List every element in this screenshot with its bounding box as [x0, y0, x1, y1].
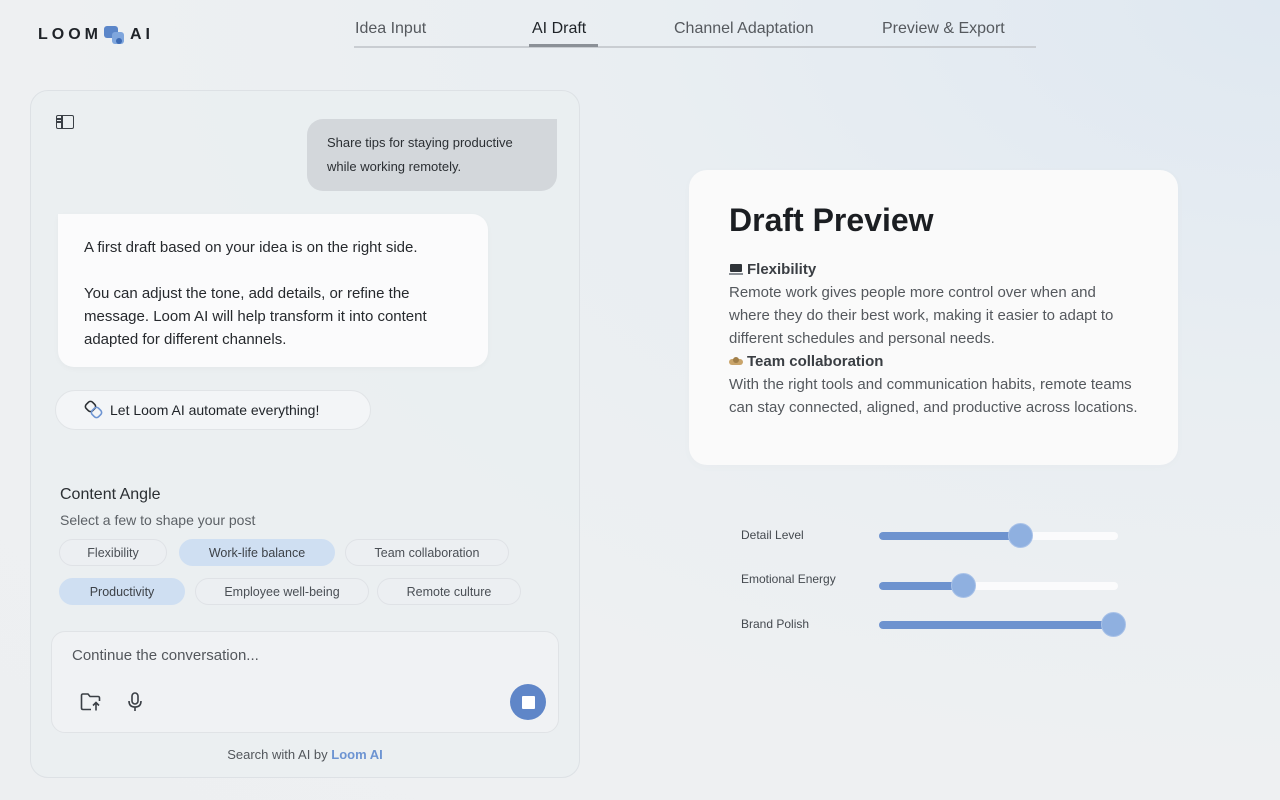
draft-text-flexibility: Remote work gives people more control ov… [729, 284, 1114, 347]
draft-section-heading: Flexibility [729, 258, 1138, 281]
folder-upload-icon[interactable] [80, 692, 102, 712]
sidebar-toggle-icon[interactable] [56, 115, 74, 129]
footer-prefix: Search with AI by [227, 747, 332, 762]
chip-remote-culture[interactable]: Remote culture [377, 578, 521, 605]
stop-button[interactable] [510, 684, 546, 720]
message-composer[interactable]: Continue the conversation... [51, 631, 559, 733]
slider-fill [879, 621, 1114, 629]
chip-team-collaboration[interactable]: Team collaboration [345, 539, 509, 566]
draft-preview-card: Draft Preview Flexibility Remote work gi… [689, 170, 1178, 465]
chip-work-life-balance[interactable]: Work-life balance [179, 539, 335, 566]
stop-icon [521, 695, 535, 709]
draft-heading-flexibility: Flexibility [747, 261, 817, 278]
tab-idea-input[interactable]: Idea Input [355, 20, 426, 38]
chat-panel: Share tips for staying productive while … [30, 90, 580, 778]
draft-title: Draft Preview [729, 202, 934, 238]
laptop-icon [729, 263, 743, 276]
draft-text-team-collaboration: With the right tools and communication h… [729, 376, 1138, 416]
slider-thumb[interactable] [950, 573, 976, 598]
app-logo: LOOM AI [38, 24, 154, 46]
draft-heading-team-collaboration: Team collaboration [747, 353, 884, 370]
logo-text-right: AI [130, 26, 154, 43]
ai-message-line-1: A first draft based on your idea is on t… [84, 239, 418, 256]
sparkle-link-icon [84, 400, 104, 420]
composer-placeholder[interactable]: Continue the conversation... [72, 647, 259, 664]
slider-fill [879, 532, 1020, 540]
slider-emotional-energy[interactable] [879, 573, 1118, 598]
footer-note: Search with AI by Loom AI [31, 747, 579, 762]
slider-thumb[interactable] [1101, 612, 1127, 637]
slider-label-emotional-energy: Emotional Energy [741, 572, 836, 586]
slider-brand-polish[interactable] [879, 612, 1127, 637]
tab-preview-export[interactable]: Preview & Export [882, 20, 1005, 38]
chip-productivity[interactable]: Productivity [59, 578, 185, 605]
logo-mark-icon [102, 24, 128, 46]
draft-section-heading: Team collaboration [729, 350, 1138, 373]
content-angle-subtitle: Select a few to shape your post [60, 512, 256, 528]
automate-everything-label: Let Loom AI automate everything! [110, 402, 320, 418]
footer-brand: Loom AI [331, 747, 383, 762]
tab-ai-draft[interactable]: AI Draft [532, 20, 586, 38]
ai-message-bubble: A first draft based on your idea is on t… [58, 214, 488, 367]
slider-label-detail-level: Detail Level [741, 528, 804, 542]
chip-employee-well-being[interactable]: Employee well-being [195, 578, 369, 605]
chip-flexibility[interactable]: Flexibility [59, 539, 167, 566]
handshake-icon [729, 356, 743, 368]
slider-thumb[interactable] [1008, 523, 1033, 548]
step-tabs: Idea Input AI Draft Channel Adaptation P… [354, 14, 1036, 48]
automate-everything-button[interactable]: Let Loom AI automate everything! [55, 390, 371, 430]
tab-channel-adaptation[interactable]: Channel Adaptation [674, 20, 814, 38]
active-tab-indicator [529, 44, 598, 47]
logo-text-left: LOOM [38, 26, 102, 43]
microphone-icon[interactable] [126, 692, 144, 714]
ai-message-line-2: You can adjust the tone, add details, or… [84, 285, 427, 348]
user-message-bubble: Share tips for staying productive while … [307, 119, 557, 191]
slider-label-brand-polish: Brand Polish [741, 617, 810, 631]
slider-detail-level[interactable] [879, 523, 1118, 548]
content-angle-title: Content Angle [60, 486, 161, 503]
